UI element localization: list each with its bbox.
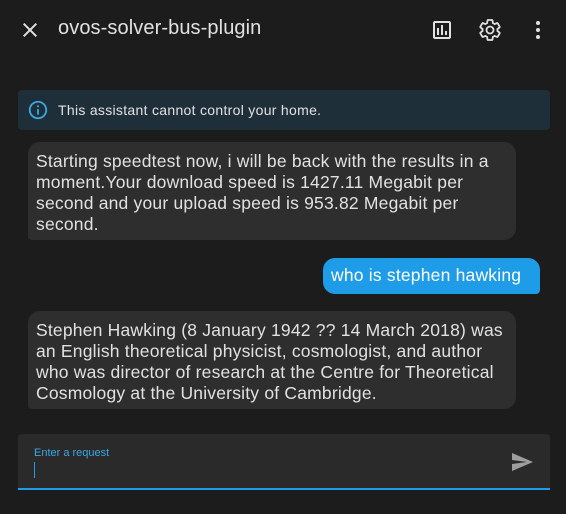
request-input[interactable] bbox=[34, 460, 494, 480]
send-icon bbox=[512, 453, 533, 471]
close-button[interactable] bbox=[10, 10, 50, 50]
settings-button[interactable] bbox=[470, 10, 510, 50]
more-options-button[interactable] bbox=[518, 10, 558, 50]
assist-dialog: ovos-solver-bus-plugin This assistant ca… bbox=[0, 0, 566, 514]
user-message: who is stephen hawking bbox=[323, 258, 540, 294]
banner-text: This assistant cannot control your home. bbox=[58, 102, 322, 118]
debug-button[interactable] bbox=[422, 10, 462, 50]
info-banner: This assistant cannot control your home. bbox=[18, 90, 550, 130]
request-field[interactable]: Enter a request bbox=[18, 434, 550, 490]
gear-icon bbox=[479, 19, 501, 41]
chart-icon bbox=[433, 21, 451, 39]
more-vertical-icon bbox=[536, 21, 540, 39]
assistant-message: Stephen Hawking (8 January 1942 ?? 14 Ma… bbox=[28, 311, 516, 409]
send-button[interactable] bbox=[502, 442, 542, 482]
dialog-header: ovos-solver-bus-plugin bbox=[0, 0, 566, 60]
dialog-title: ovos-solver-bus-plugin bbox=[58, 17, 262, 39]
request-label: Enter a request bbox=[34, 447, 110, 459]
assistant-message: Starting speedtest now, i will be back w… bbox=[28, 142, 516, 240]
info-icon bbox=[27, 99, 49, 121]
close-icon bbox=[23, 23, 37, 37]
